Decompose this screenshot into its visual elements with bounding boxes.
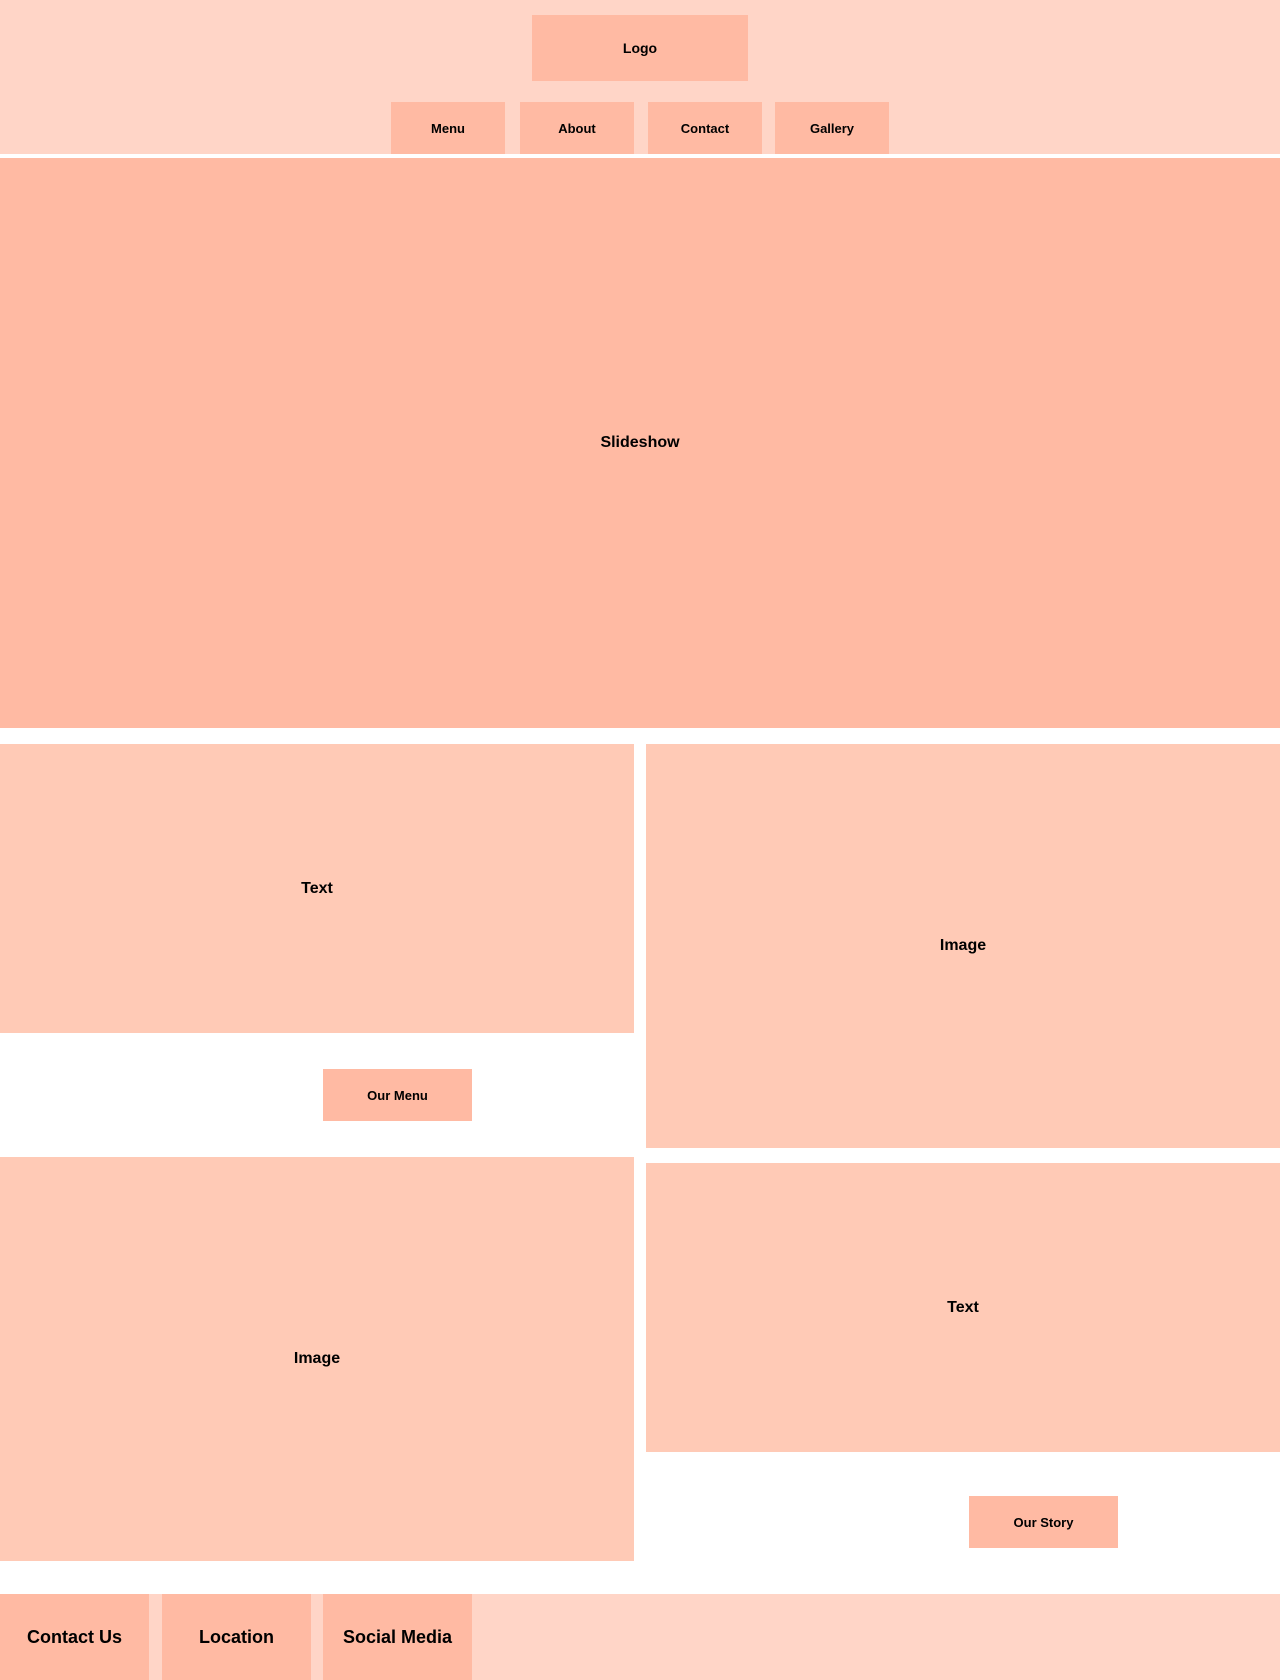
image-block-1: Image — [646, 744, 1280, 1148]
image-block-2: Image — [0, 1157, 634, 1561]
nav-item-contact[interactable]: Contact — [648, 102, 762, 154]
logo[interactable]: Logo — [532, 15, 748, 81]
text-block-2: Text — [646, 1163, 1280, 1452]
footer-location[interactable]: Location — [162, 1594, 311, 1680]
our-story-button[interactable]: Our Story — [969, 1496, 1118, 1548]
footer-social-media[interactable]: Social Media — [323, 1594, 472, 1680]
text-block-1: Text — [0, 744, 634, 1033]
footer-contact-us[interactable]: Contact Us — [0, 1594, 149, 1680]
our-menu-button[interactable]: Our Menu — [323, 1069, 472, 1121]
nav-item-about[interactable]: About — [520, 102, 634, 154]
nav-item-menu[interactable]: Menu — [391, 102, 505, 154]
nav-item-gallery[interactable]: Gallery — [775, 102, 889, 154]
hero-slideshow[interactable]: Slideshow — [0, 158, 1280, 728]
